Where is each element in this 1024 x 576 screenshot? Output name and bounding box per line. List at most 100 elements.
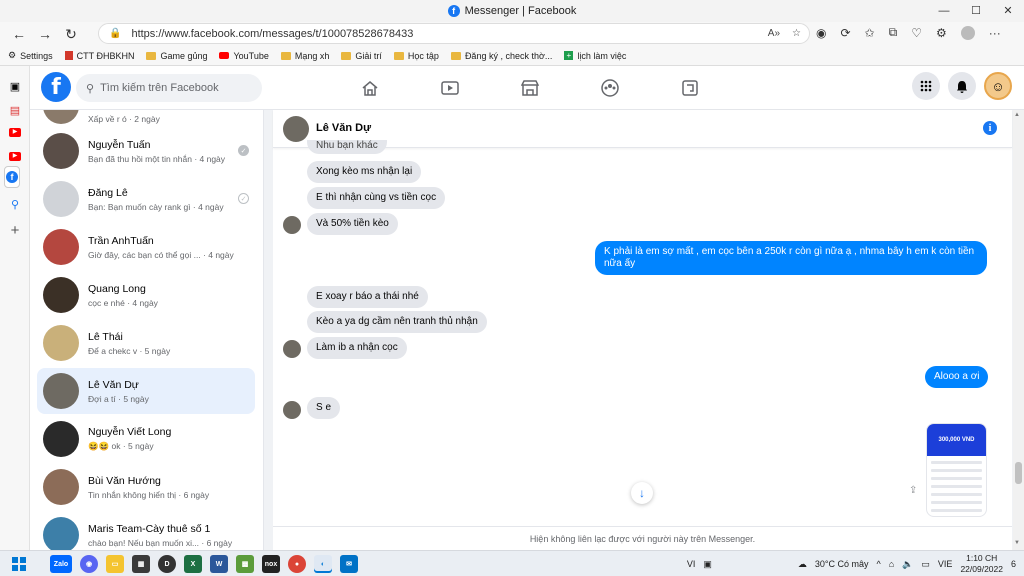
browser-essentials-icon[interactable]: ♡ bbox=[911, 26, 922, 40]
profile-avatar[interactable]: ☺ bbox=[984, 72, 1012, 100]
minimize-button[interactable]: — bbox=[928, 0, 960, 22]
list-item[interactable]: Nguyễn Viết Long 😆😆 ok · 5 ngày bbox=[37, 416, 255, 462]
list-item[interactable]: Đăng Lê Bạn: Bạn muốn cày rank gì · 4 ngà… bbox=[37, 176, 255, 222]
store-icon[interactable]: ▦ bbox=[132, 555, 150, 573]
refresh-extension-icon[interactable]: ⟳ bbox=[840, 26, 850, 40]
list-item[interactable]: Nguyễn Tuấn Bạn đã thu hồi một tin nhắn ·… bbox=[37, 128, 255, 174]
favorites-icon[interactable]: ✩ bbox=[865, 26, 875, 40]
contact-name[interactable]: Lê Văn Dự bbox=[316, 122, 371, 134]
dell-icon[interactable]: D bbox=[158, 555, 176, 573]
list-item[interactable]: Quang Long cọc e nhé · 4 ngày bbox=[37, 272, 255, 318]
groups-icon[interactable] bbox=[570, 66, 650, 110]
show-hidden-icons[interactable]: ^ bbox=[877, 559, 881, 569]
mail-icon[interactable]: ✉ bbox=[340, 555, 358, 573]
doc-icon[interactable]: ▤ bbox=[7, 102, 23, 118]
bookmark-hoc-tap[interactable]: Học tập bbox=[393, 51, 439, 61]
word-icon[interactable]: W bbox=[210, 555, 228, 573]
minecraft-icon[interactable]: ▩ bbox=[236, 555, 254, 573]
bookmark-lich-lam-viec[interactable]: + lịch làm việc bbox=[564, 51, 626, 61]
message-incoming[interactable]: Xong kèo ms nhận lại bbox=[307, 161, 422, 183]
system-clock[interactable]: 1:10 CH 22/09/2022 bbox=[960, 553, 1003, 575]
file-explorer-icon[interactable]: ▭ bbox=[106, 555, 124, 573]
sidebar-youtube-icon[interactable]: ▶ bbox=[7, 124, 23, 140]
bookmark-game[interactable]: Game gủng bbox=[146, 51, 207, 61]
list-item[interactable]: Lê Thái Để a chekc v · 5 ngày bbox=[37, 320, 255, 366]
facebook-search[interactable]: ⚲ bbox=[76, 74, 262, 102]
message-incoming[interactable]: Nhu bạn khác bbox=[307, 140, 387, 154]
watch-icon[interactable] bbox=[410, 66, 490, 110]
favorite-star-icon[interactable]: ☆ bbox=[792, 28, 801, 39]
keyboard-layout[interactable]: VIE bbox=[938, 559, 953, 569]
gaming-icon[interactable] bbox=[650, 66, 730, 110]
battery-icon[interactable]: ▭ bbox=[921, 559, 930, 570]
url-text[interactable]: https://www.facebook.com/messages/t/1000… bbox=[131, 28, 413, 40]
share-icon[interactable]: ⇪ bbox=[909, 485, 917, 496]
add-sidebar-icon[interactable]: + bbox=[7, 222, 23, 239]
facebook-logo-icon[interactable]: f bbox=[41, 72, 71, 102]
read-aloud-icon[interactable]: A» bbox=[768, 28, 780, 39]
message-incoming[interactable]: Và 50% tiền kèo bbox=[307, 213, 398, 235]
tabs-icon[interactable]: ▣ bbox=[7, 78, 23, 94]
forward-icon[interactable]: → bbox=[32, 26, 58, 42]
scrollbar-thumb[interactable] bbox=[1015, 462, 1022, 484]
language-indicator[interactable]: VI bbox=[687, 559, 696, 569]
message-outgoing[interactable]: K phải là em sợ mất , em cọc bên a 250k … bbox=[595, 241, 987, 275]
list-item-active[interactable]: Lê Văn Dự Đợi a tí · 5 ngày bbox=[37, 368, 255, 414]
notifications-count[interactable]: 6 bbox=[1011, 559, 1016, 569]
home-icon[interactable] bbox=[330, 66, 410, 110]
sidebar-facebook-icon[interactable]: f bbox=[4, 166, 20, 188]
excel-icon[interactable]: X bbox=[184, 555, 202, 573]
bookmark-youtube[interactable]: YouTube bbox=[219, 51, 269, 61]
edge-icon[interactable]: ◐ bbox=[314, 555, 332, 573]
bookmark-mang-xh[interactable]: Mạng xh bbox=[280, 51, 329, 61]
marketplace-icon[interactable] bbox=[490, 66, 570, 110]
message-outgoing[interactable]: Alooo a ơi bbox=[925, 366, 989, 388]
message-incoming[interactable]: Làm ib a nhận cọc bbox=[307, 337, 407, 359]
scroll-down-icon[interactable]: ▼ bbox=[1014, 540, 1020, 546]
message-incoming[interactable]: Kèo a ya dg cầm nên tranh thủ nhận bbox=[307, 311, 487, 333]
discord-icon[interactable]: ◉ bbox=[80, 555, 98, 573]
address-bar[interactable]: 🔒 https://www.facebook.com/messages/t/10… bbox=[98, 23, 810, 44]
nox-icon[interactable]: nox bbox=[262, 555, 280, 573]
zalo-icon[interactable]: Zalo bbox=[50, 555, 72, 573]
windows-start-icon[interactable] bbox=[10, 555, 28, 573]
volume-icon[interactable]: 🔈 bbox=[902, 559, 913, 570]
list-item[interactable]: Maris Team-Cày thuê số 1 chào bạn! Nếu bạ… bbox=[37, 512, 255, 550]
collections-icon[interactable]: ⧉ bbox=[889, 25, 898, 40]
network-icon[interactable]: ⌂ bbox=[889, 559, 894, 569]
extensions-puzzle-icon[interactable]: ⚙ bbox=[936, 26, 947, 40]
scroll-up-icon[interactable]: ▲ bbox=[1014, 112, 1020, 118]
more-options-icon[interactable]: ··· bbox=[989, 26, 1001, 40]
refresh-icon[interactable]: ↻ bbox=[58, 26, 84, 43]
list-item[interactable]: Xấp về r ó · 2 ngày bbox=[37, 110, 255, 124]
chrome-icon[interactable]: ● bbox=[288, 555, 306, 573]
info-icon[interactable]: i bbox=[983, 121, 997, 135]
tray-icon[interactable]: ▣ bbox=[703, 559, 712, 570]
close-window-button[interactable]: ✕ bbox=[992, 0, 1024, 22]
browser-profile-avatar[interactable] bbox=[960, 25, 975, 40]
payment-screenshot-image[interactable]: 300,000 VND bbox=[926, 423, 987, 517]
maximize-button[interactable]: ☐ bbox=[960, 0, 992, 22]
list-item[interactable]: Trần AnhTuấn Giờ đây, các bạn có thể gọi … bbox=[37, 224, 255, 270]
back-icon[interactable]: ← bbox=[6, 26, 32, 42]
list-item[interactable]: Bùi Văn Hướng Tin nhắn không hiển thị · 6… bbox=[37, 464, 255, 510]
chat-scrollbar[interactable]: ▲ ▼ bbox=[1013, 110, 1024, 550]
contact-avatar[interactable] bbox=[283, 116, 309, 142]
message-incoming[interactable]: E thì nhận cùng vs tiền cọc bbox=[307, 187, 446, 209]
weather-text[interactable]: 30°C Có mây bbox=[815, 559, 869, 569]
sidebar-youtube-icon-2[interactable]: ▶ bbox=[7, 148, 23, 164]
folder-icon bbox=[280, 51, 291, 60]
extension-icon[interactable]: ◉ bbox=[816, 26, 826, 40]
sidebar-search-icon[interactable]: ⚲ bbox=[7, 196, 23, 212]
ctt-icon bbox=[64, 51, 73, 60]
notifications-bell-icon[interactable] bbox=[948, 72, 976, 100]
bookmark-dang-ky[interactable]: Đăng ký , check thờ... bbox=[450, 51, 552, 61]
scroll-to-bottom-button[interactable]: ↓ bbox=[631, 482, 653, 504]
bookmark-giai-tri[interactable]: Giải trí bbox=[341, 51, 382, 61]
menu-grid-icon[interactable] bbox=[912, 72, 940, 100]
search-input[interactable] bbox=[100, 82, 251, 94]
bookmark-settings[interactable]: ⚙ Settings bbox=[8, 50, 53, 61]
message-incoming[interactable]: S e bbox=[307, 397, 341, 419]
bookmark-ctt[interactable]: CTT ĐHBKHN bbox=[64, 51, 134, 61]
message-incoming[interactable]: E xoay r báo a thái nhé bbox=[307, 286, 428, 308]
